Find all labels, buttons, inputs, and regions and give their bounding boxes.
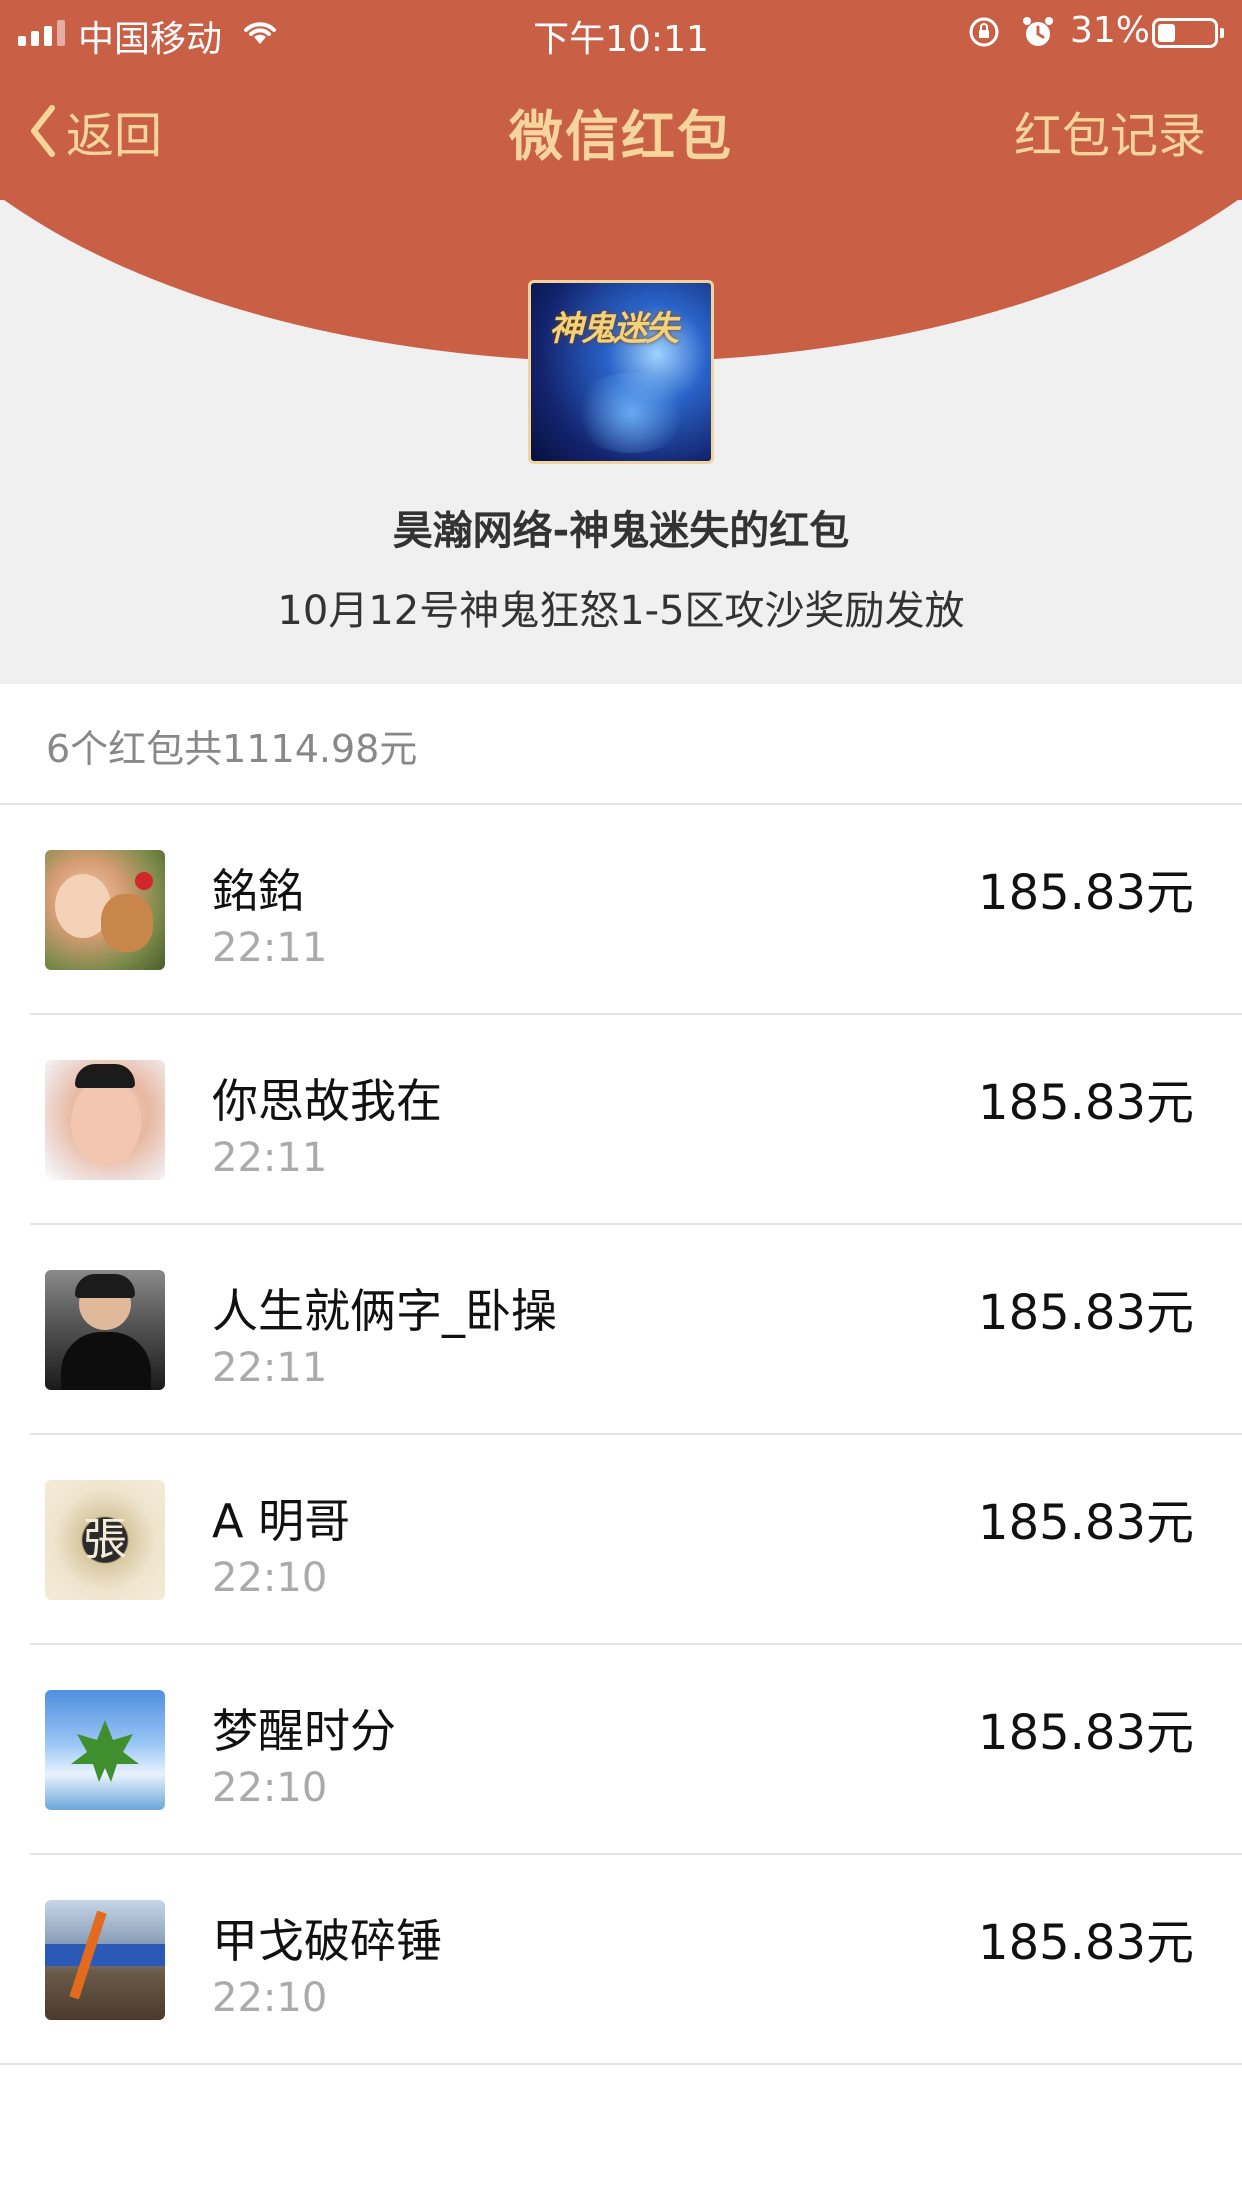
- list-item[interactable]: 甲戈破碎锤 22:10 185.83元: [0, 1855, 1242, 2065]
- list-item[interactable]: 張 A 明哥 22:10 185.83元: [0, 1435, 1242, 1645]
- zhang-seal-avatar[interactable]: 張: [45, 1480, 165, 1600]
- avatar-glow: [571, 373, 691, 453]
- sender-avatar[interactable]: 神鬼迷失: [528, 280, 714, 464]
- avatar-body: [61, 1332, 151, 1390]
- man-in-black-avatar[interactable]: [45, 1270, 165, 1390]
- recipient-name: 你思故我在: [212, 1074, 442, 1128]
- recipient-time: 22:10: [212, 1765, 328, 1811]
- orientation-lock-icon: [966, 14, 1002, 59]
- header-area: 中国移动 下午10:11 31% 返回 微信红包 红包记录 神鬼迷失 昊瀚网络-…: [0, 0, 1242, 684]
- recipient-amount: 185.83元: [978, 865, 1194, 921]
- recipient-time: 22:11: [212, 1345, 328, 1391]
- game-logo-text: 神鬼迷失: [549, 309, 679, 349]
- recipient-name: 梦醒时分: [212, 1704, 396, 1758]
- recipient-time: 22:11: [212, 1135, 328, 1181]
- recipient-amount: 185.83元: [978, 1075, 1194, 1131]
- recipient-amount: 185.83元: [978, 1915, 1194, 1971]
- excavator-site-avatar[interactable]: [45, 1900, 165, 2020]
- recipient-amount: 185.83元: [978, 1705, 1194, 1761]
- child-with-puppy-avatar[interactable]: [45, 850, 165, 970]
- avatar-hair: [75, 1064, 135, 1088]
- recipient-name: 人生就俩字_卧操: [212, 1284, 557, 1338]
- status-bar: 中国移动 下午10:11 31%: [0, 0, 1242, 62]
- maple-leaf-sky-avatar[interactable]: [45, 1690, 165, 1810]
- maple-leaf-icon: [71, 1720, 139, 1782]
- recipient-name: A 明哥: [212, 1494, 351, 1548]
- avatar-face: [71, 1078, 141, 1166]
- sender-name: 昊瀚网络-神鬼迷失的红包: [392, 508, 850, 554]
- avatar-flower: [135, 872, 153, 890]
- red-packet-record-link[interactable]: 红包记录: [1014, 96, 1206, 166]
- recipient-name: 甲戈破碎锤: [212, 1914, 442, 1968]
- battery-percent: 31%: [1070, 10, 1151, 51]
- avatar-hair: [75, 1274, 135, 1298]
- recipient-amount: 185.83元: [978, 1495, 1194, 1551]
- list-item[interactable]: 梦醒时分 22:10 185.83元: [0, 1645, 1242, 1855]
- list-item[interactable]: 人生就俩字_卧操 22:11 185.83元: [0, 1225, 1242, 1435]
- recipient-name: 銘銘: [212, 864, 304, 918]
- battery-level: [1158, 24, 1175, 42]
- list-item[interactable]: 你思故我在 22:11 185.83元: [0, 1015, 1242, 1225]
- red-packet-wish: 10月12号神鬼狂怒1-5区攻沙奖励发放: [277, 588, 965, 634]
- battery-icon: [1152, 18, 1224, 48]
- recipient-list: 銘銘 22:11 185.83元 你思故我在 22:11 185.83元 人生就…: [0, 805, 1242, 2065]
- seal-character: 張: [83, 1514, 127, 1565]
- avatar-fence: [45, 1944, 165, 1966]
- list-item[interactable]: 銘銘 22:11 185.83元: [0, 805, 1242, 1015]
- recipient-time: 22:10: [212, 1975, 328, 2021]
- recipient-time: 22:11: [212, 925, 328, 971]
- recipient-time: 22:10: [212, 1555, 328, 1601]
- baby-avatar[interactable]: [45, 1060, 165, 1180]
- alarm-icon: [1020, 14, 1056, 59]
- red-packet-summary: 6个红包共1114.98元: [46, 727, 418, 771]
- red-packet-detail-page: 中国移动 下午10:11 31% 返回 微信红包 红包记录 神鬼迷失 昊瀚网络-…: [0, 0, 1242, 2208]
- avatar-puppy: [101, 894, 153, 952]
- recipient-amount: 185.83元: [978, 1285, 1194, 1341]
